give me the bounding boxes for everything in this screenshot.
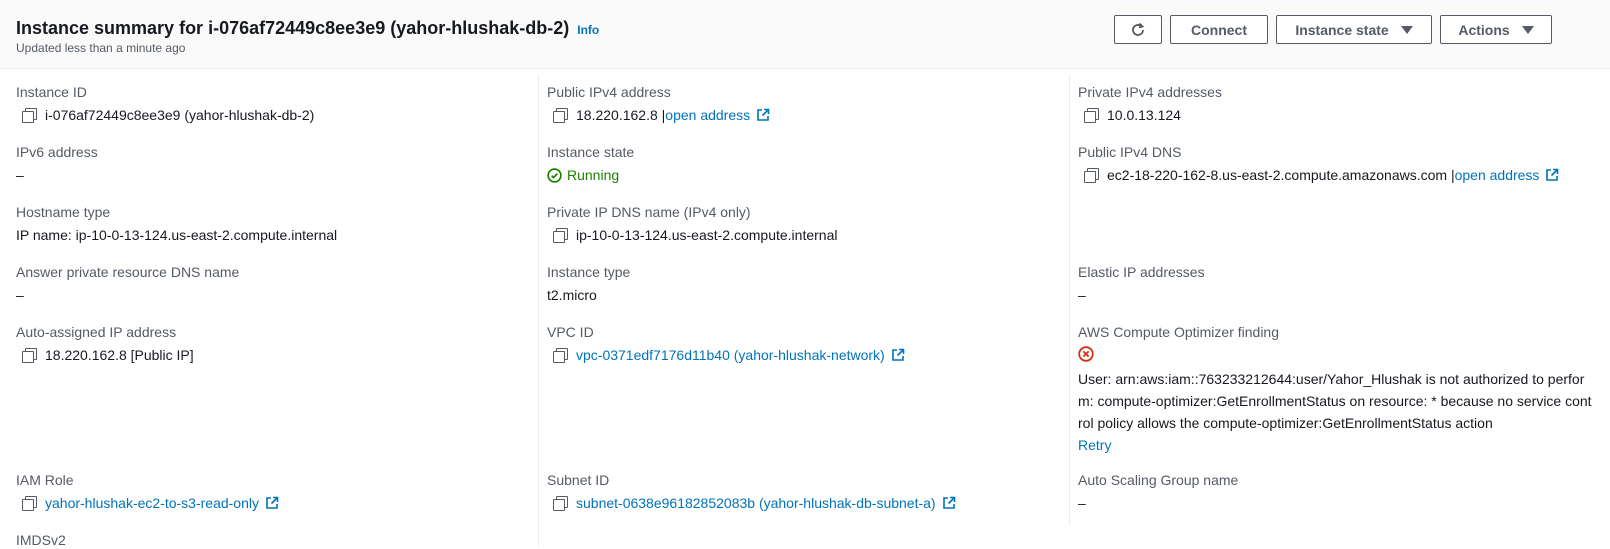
private-dns-label: Private IP DNS name (IPv4 only) bbox=[547, 204, 751, 220]
instance-state-label: Instance state bbox=[1295, 21, 1389, 38]
auto-ip-field: Auto-assigned IP address 18.220.162.8 [P… bbox=[16, 323, 194, 364]
info-link[interactable]: Info bbox=[577, 23, 599, 37]
instance-state-button[interactable]: Instance state bbox=[1276, 15, 1432, 44]
public-ipv4-field: Public IPv4 address 18.220.162.8 | open a… bbox=[547, 83, 770, 124]
instance-state-value: Running bbox=[567, 167, 620, 183]
error-circle-icon bbox=[1078, 346, 1094, 362]
instance-type-field: Instance type t2.micro bbox=[547, 263, 630, 304]
caret-down-icon bbox=[1521, 25, 1534, 34]
ipv6-label: IPv6 address bbox=[16, 144, 98, 160]
answer-dns-value: – bbox=[16, 287, 24, 303]
hostname-type-field: Hostname type IP name: ip-10-0-13-124.us… bbox=[16, 203, 337, 244]
column-divider bbox=[538, 75, 539, 546]
elastic-ip-label: Elastic IP addresses bbox=[1078, 264, 1205, 280]
asg-value: – bbox=[1078, 495, 1086, 511]
vpc-id-label: VPC ID bbox=[547, 324, 594, 340]
private-ipv4-label: Private IPv4 addresses bbox=[1078, 84, 1222, 100]
ipv6-value: – bbox=[16, 167, 24, 183]
copy-icon[interactable] bbox=[553, 348, 568, 363]
page-title: Instance summary for i-076af72449c8ee3e9… bbox=[16, 18, 570, 38]
optimizer-field: AWS Compute Optimizer finding User: arn:… bbox=[1078, 323, 1594, 456]
caret-down-icon bbox=[1400, 25, 1413, 34]
hostname-type-label: Hostname type bbox=[16, 204, 111, 220]
retry-link[interactable]: Retry bbox=[1078, 434, 1594, 456]
instance-type-label: Instance type bbox=[547, 264, 631, 280]
copy-icon[interactable] bbox=[553, 496, 568, 511]
summary-header: Instance summary for i-076af72449c8ee3e9… bbox=[0, 0, 1610, 69]
iam-role-label: IAM Role bbox=[16, 472, 74, 488]
instance-state-label: Instance state bbox=[547, 144, 635, 160]
refresh-button[interactable] bbox=[1114, 15, 1162, 44]
ipv6-field: IPv6 address – bbox=[16, 143, 98, 184]
iam-role-link[interactable]: yahor-hlushak-ec2-to-s3-read-only bbox=[45, 494, 259, 512]
refresh-icon bbox=[1132, 22, 1145, 36]
copy-icon[interactable] bbox=[1084, 168, 1099, 183]
instance-state-field: Instance state Running bbox=[547, 143, 634, 184]
public-ipv4-value: 18.220.162.8 | bbox=[576, 107, 666, 123]
auto-ip-value: 18.220.162.8 [Public IP] bbox=[45, 347, 194, 363]
public-dns-value: ec2-18-220-162-8.us-east-2.compute.amazo… bbox=[1107, 167, 1455, 183]
hostname-type-value: IP name: ip-10-0-13-124.us-east-2.comput… bbox=[16, 227, 338, 243]
optimizer-label: AWS Compute Optimizer finding bbox=[1078, 324, 1279, 340]
private-ipv4-field: Private IPv4 addresses 10.0.13.124 bbox=[1078, 83, 1222, 124]
external-link-icon bbox=[1546, 168, 1559, 181]
column-divider bbox=[1069, 75, 1070, 525]
private-ipv4-value: 10.0.13.124 bbox=[1107, 107, 1181, 123]
instance-id-field: Instance ID i-076af72449c8ee3e9 (yahor-h… bbox=[16, 83, 314, 124]
copy-icon[interactable] bbox=[22, 348, 37, 363]
asg-label: Auto Scaling Group name bbox=[1078, 472, 1239, 488]
header-actions: Connect Instance state Actions bbox=[1114, 15, 1552, 44]
external-link-icon bbox=[891, 348, 905, 361]
public-dns-field: Public IPv4 DNS ec2-18-220-162-8.us-east… bbox=[1078, 143, 1559, 184]
instance-id-value: i-076af72449c8ee3e9 (yahor-hlushak-db-2) bbox=[45, 107, 315, 123]
iam-role-field: IAM Role yahor-hlushak-ec2-to-s3-read-on… bbox=[16, 471, 279, 512]
actions-button[interactable]: Actions bbox=[1440, 15, 1552, 44]
copy-icon[interactable] bbox=[22, 108, 37, 123]
optimizer-error-message: User: arn:aws:iam::763233212644:user/Yah… bbox=[1078, 371, 1592, 431]
subnet-id-field: Subnet ID subnet-0638e96182852083b (yaho… bbox=[547, 471, 956, 512]
elastic-ip-field: Elastic IP addresses – bbox=[1078, 263, 1205, 304]
asg-field: Auto Scaling Group name – bbox=[1078, 471, 1238, 512]
private-dns-value: ip-10-0-13-124.us-east-2.compute.interna… bbox=[576, 227, 838, 243]
vpc-id-field: VPC ID vpc-0371edf7176d11b40 (yahor-hlus… bbox=[547, 323, 905, 364]
instance-id-label: Instance ID bbox=[16, 84, 87, 100]
updated-subtitle: Updated less than a minute ago bbox=[16, 41, 186, 55]
open-address-link[interactable]: open address bbox=[1455, 166, 1540, 184]
title-row: Instance summary for i-076af72449c8ee3e9… bbox=[16, 18, 599, 39]
instance-type-value: t2.micro bbox=[547, 287, 597, 303]
external-link-icon bbox=[266, 496, 279, 509]
imdsv2-field: IMDSv2 bbox=[16, 531, 66, 549]
external-link-icon bbox=[942, 496, 955, 509]
actions-label: Actions bbox=[1458, 21, 1510, 38]
answer-dns-field: Answer private resource DNS name – bbox=[16, 263, 239, 304]
copy-icon[interactable] bbox=[1084, 108, 1099, 123]
copy-icon[interactable] bbox=[553, 228, 568, 243]
open-address-link[interactable]: open address bbox=[665, 106, 750, 124]
private-dns-field: Private IP DNS name (IPv4 only) ip-10-0-… bbox=[547, 203, 837, 244]
auto-ip-label: Auto-assigned IP address bbox=[16, 324, 177, 340]
subnet-id-link[interactable]: subnet-0638e96182852083b (yahor-hlushak-… bbox=[576, 494, 936, 512]
vpc-id-link[interactable]: vpc-0371edf7176d11b40 (yahor-hlushak-net… bbox=[576, 346, 885, 364]
copy-icon[interactable] bbox=[553, 108, 568, 123]
public-dns-label: Public IPv4 DNS bbox=[1078, 144, 1182, 160]
copy-icon[interactable] bbox=[22, 496, 37, 511]
subnet-id-label: Subnet ID bbox=[547, 472, 610, 488]
check-circle-icon bbox=[547, 167, 562, 183]
imdsv2-label: IMDSv2 bbox=[16, 532, 66, 548]
elastic-ip-value: – bbox=[1078, 287, 1086, 303]
connect-button[interactable]: Connect bbox=[1170, 15, 1268, 44]
answer-dns-label: Answer private resource DNS name bbox=[16, 264, 240, 280]
external-link-icon bbox=[757, 108, 770, 121]
public-ipv4-label: Public IPv4 address bbox=[547, 84, 671, 100]
